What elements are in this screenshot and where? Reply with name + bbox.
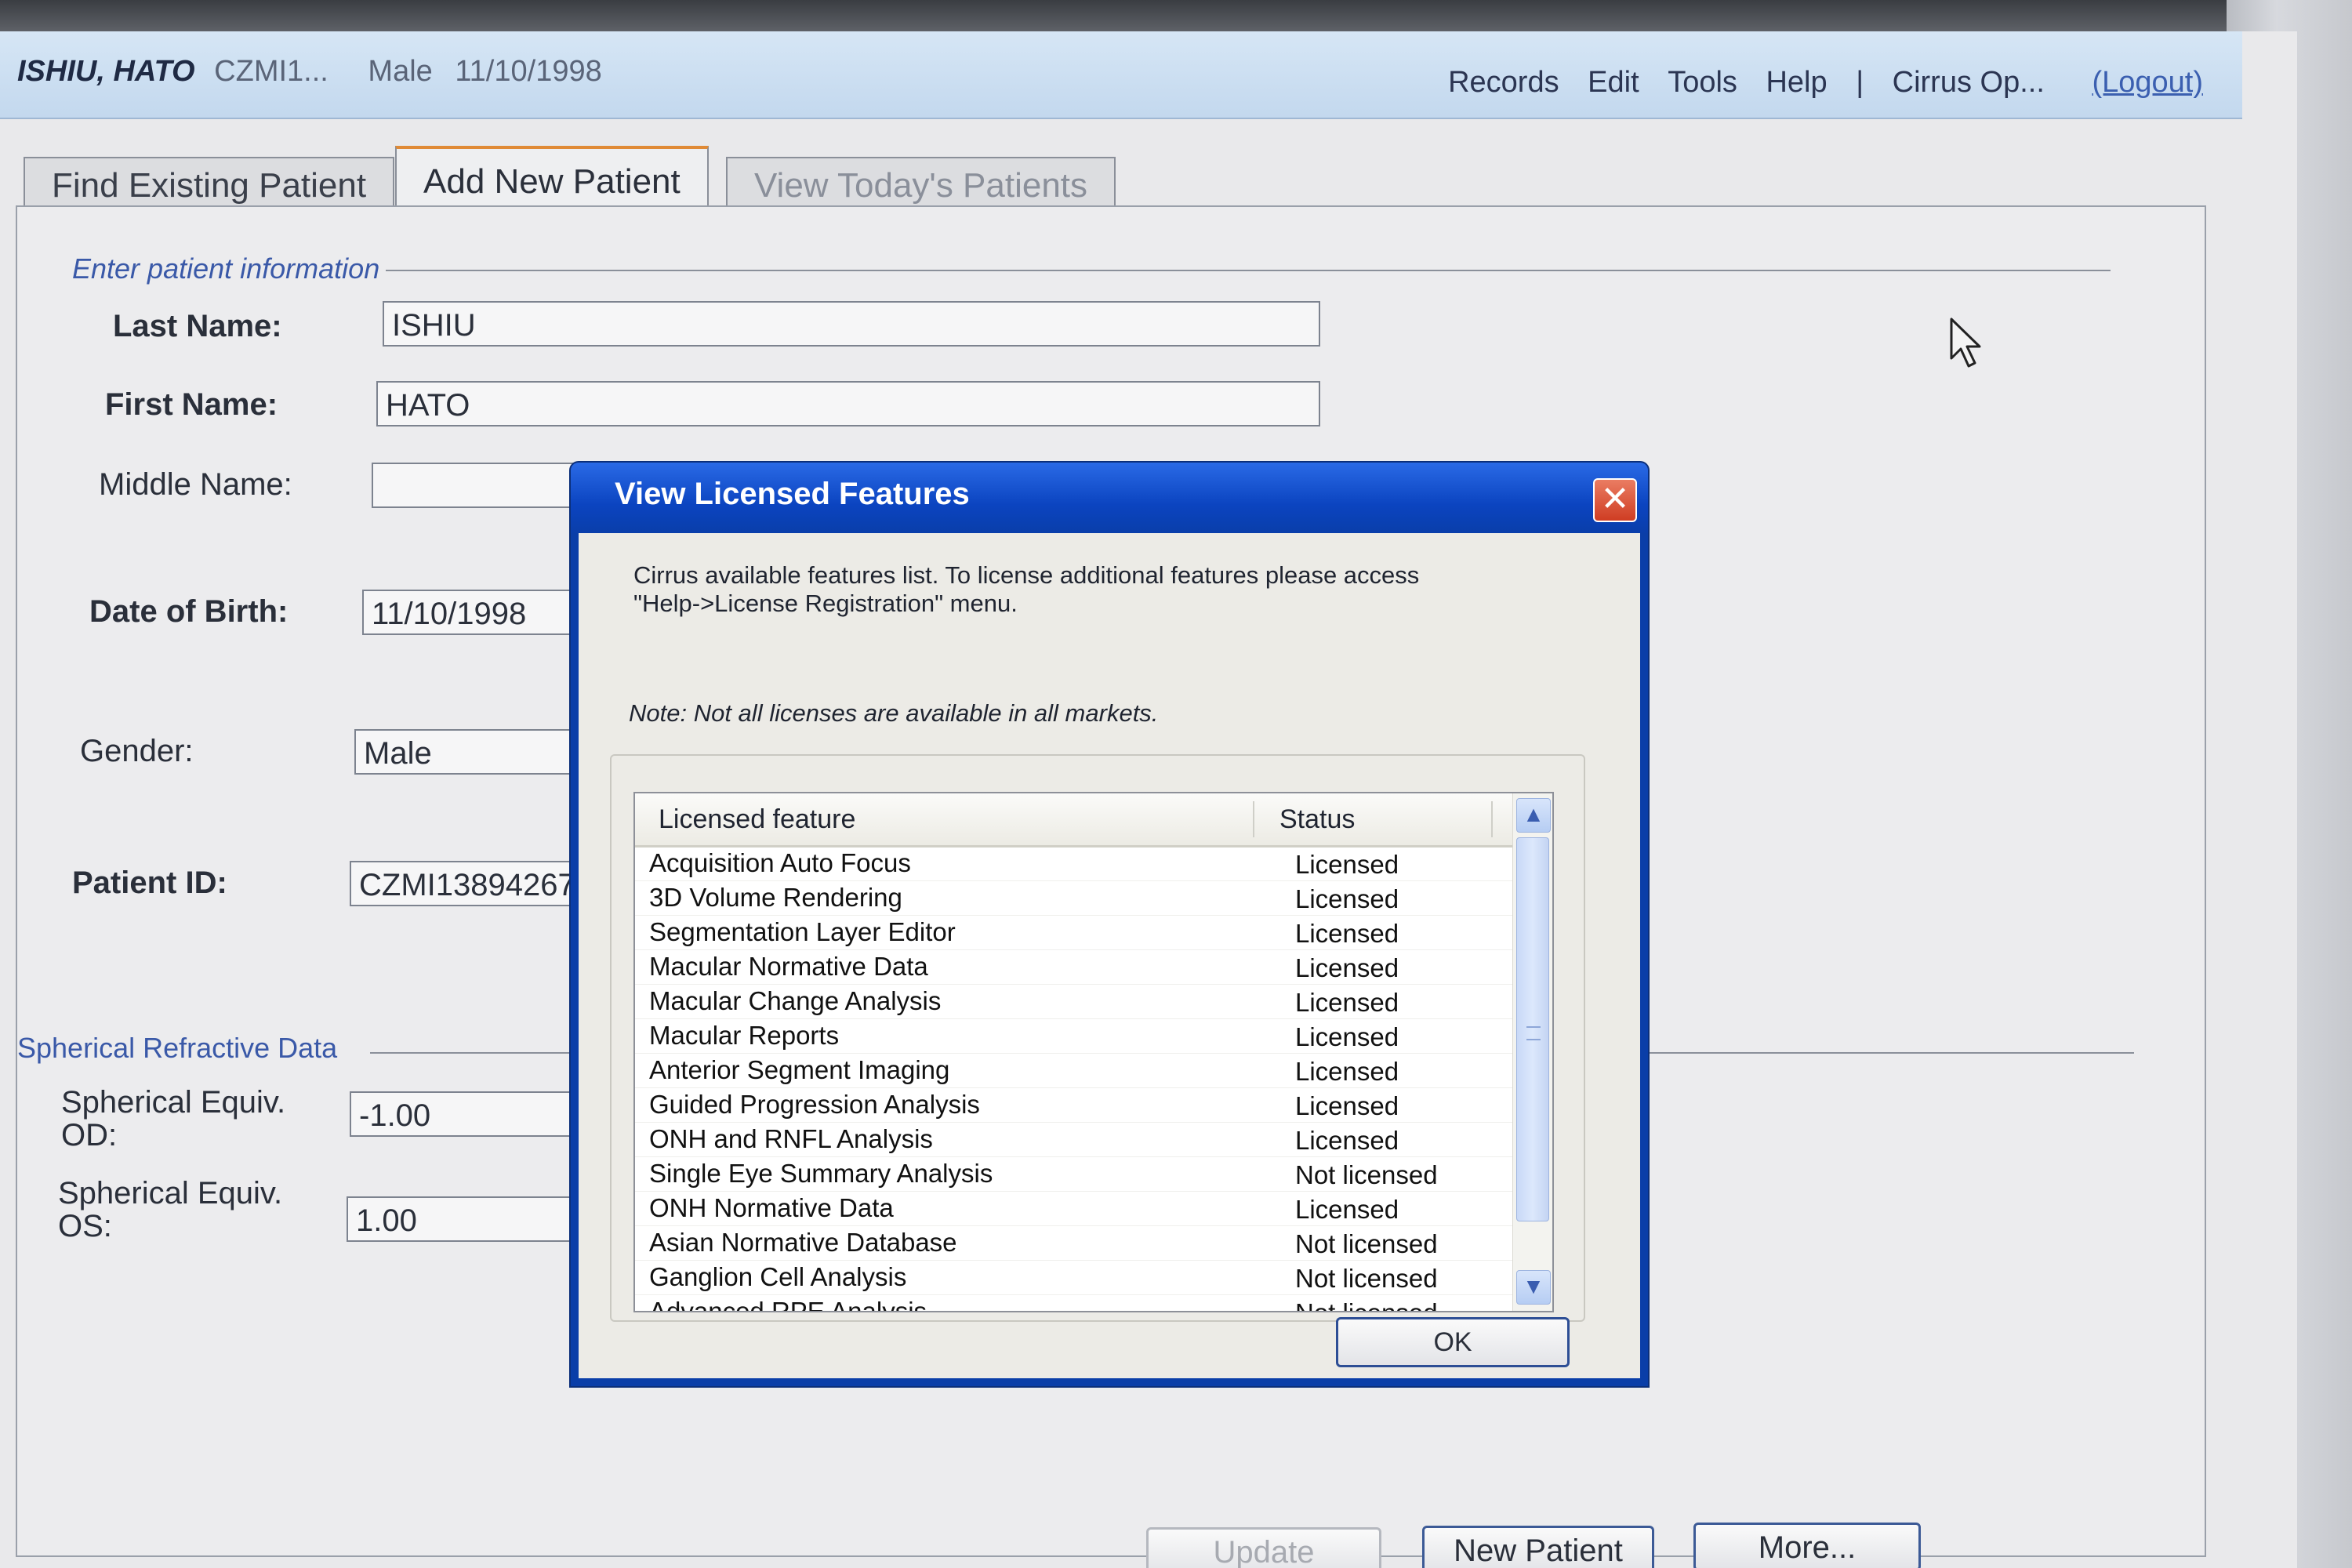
logout-link[interactable]: (Logout)	[2092, 66, 2203, 99]
list-item[interactable]: Macular Change Analysis Licensed	[635, 985, 1513, 1019]
feature-name: Anterior Segment Imaging	[649, 1055, 950, 1084]
new-patient-button[interactable]: New Patient	[1422, 1526, 1654, 1568]
list-item[interactable]: 3D Volume Rendering Licensed	[635, 881, 1513, 916]
first-name-field[interactable]: HATO	[376, 381, 1320, 426]
first-name-label: First Name:	[105, 387, 278, 422]
feature-name: Acquisition Auto Focus	[649, 848, 911, 877]
title-bar: ISHIU, HATO CZMI1... Male 11/10/1998 Rec…	[0, 31, 2242, 119]
menu-tools[interactable]: Tools	[1668, 66, 1737, 99]
scroll-down-icon[interactable]: ▼	[1516, 1270, 1551, 1305]
column-separator	[1491, 801, 1493, 837]
dialog-body: Cirrus available features list. To licen…	[579, 533, 1640, 1378]
grip-icon	[1526, 1026, 1541, 1040]
scroll-up-icon[interactable]: ▲	[1516, 798, 1551, 833]
feature-name: Ganglion Cell Analysis	[649, 1262, 907, 1291]
list-item[interactable]: Guided Progression Analysis Licensed	[635, 1088, 1513, 1123]
dialog-info-line-1: Cirrus available features list. To licen…	[633, 561, 1420, 589]
section-patient-information: Enter patient information	[72, 252, 380, 285]
monitor-bezel-top	[0, 0, 2352, 31]
feature-status: Licensed	[1295, 1126, 1399, 1155]
menu-separator: |	[1856, 66, 1864, 99]
list-item[interactable]: Ganglion Cell Analysis Not licensed	[635, 1261, 1513, 1295]
feature-name: Advanced RPE Analysis	[649, 1297, 927, 1312]
list-item[interactable]: Single Eye Summary Analysis Not licensed	[635, 1157, 1513, 1192]
feature-name: Macular Normative Data	[649, 952, 928, 981]
menu-bar: Records Edit Tools Help | Cirrus Op... (…	[1428, 66, 2203, 100]
feature-status: Not licensed	[1295, 1298, 1438, 1311]
feature-status: Not licensed	[1295, 1264, 1438, 1293]
feature-status: Not licensed	[1295, 1160, 1438, 1189]
update-button[interactable]: Update	[1146, 1527, 1381, 1568]
feature-status: Not licensed	[1295, 1229, 1438, 1258]
feature-name: Guided Progression Analysis	[649, 1090, 980, 1119]
list-item[interactable]: Anterior Segment Imaging Licensed	[635, 1054, 1513, 1088]
column-header-status[interactable]: Status	[1279, 804, 1355, 835]
feature-status: Licensed	[1295, 988, 1399, 1017]
se-od-label-line2: OD:	[61, 1118, 118, 1152]
last-name-label: Last Name:	[113, 309, 282, 343]
patient-id-short: CZMI1...	[214, 55, 328, 88]
patient-id-label: Patient ID:	[72, 866, 227, 900]
menu-cirrus-options[interactable]: Cirrus Op...	[1893, 66, 2045, 99]
feature-name: Segmentation Layer Editor	[649, 917, 956, 946]
last-name-field[interactable]: ISHIU	[383, 301, 1320, 347]
menu-edit[interactable]: Edit	[1588, 66, 1639, 99]
feature-status: Licensed	[1295, 850, 1399, 879]
se-os-label-line1: Spherical Equiv.	[58, 1176, 283, 1210]
patient-name: ISHIU, HATO	[17, 55, 195, 88]
feature-status: Licensed	[1295, 1057, 1399, 1086]
feature-name: Macular Reports	[649, 1021, 840, 1050]
dialog-title: View Licensed Features	[615, 477, 970, 511]
list-item[interactable]: ONH and RNFL Analysis Licensed	[635, 1123, 1513, 1157]
ok-button[interactable]: OK	[1336, 1317, 1570, 1367]
list-item[interactable]: Segmentation Layer Editor Licensed	[635, 916, 1513, 950]
section-divider	[386, 270, 2111, 271]
feature-status: Licensed	[1295, 1091, 1399, 1120]
list-item[interactable]: ONH Normative Data Licensed	[635, 1192, 1513, 1226]
list-item[interactable]: Macular Normative Data Licensed	[635, 950, 1513, 985]
feature-status: Licensed	[1295, 1022, 1399, 1051]
gender-label: Gender:	[80, 734, 194, 768]
list-header: Licensed feature Status	[635, 793, 1513, 848]
list-item[interactable]: Acquisition Auto Focus Licensed	[635, 847, 1513, 881]
scroll-thumb[interactable]	[1516, 837, 1549, 1221]
patient-gender: Male	[368, 55, 433, 88]
app-window: ISHIU, HATO CZMI1... Male 11/10/1998 Rec…	[0, 31, 2297, 1568]
close-icon[interactable]: ✕	[1593, 478, 1637, 522]
section-spherical-refractive-data: Spherical Refractive Data	[17, 1032, 338, 1064]
feature-name: Macular Change Analysis	[649, 986, 942, 1015]
feature-name: 3D Volume Rendering	[649, 883, 902, 912]
dialog-note: Note: Not all licenses are available in …	[629, 699, 1159, 727]
se-od-label-line1: Spherical Equiv.	[61, 1085, 286, 1120]
middle-name-label: Middle Name:	[99, 467, 292, 502]
licensed-features-list[interactable]: Licensed feature Status Acquisition Auto…	[633, 792, 1554, 1312]
feature-name: ONH and RNFL Analysis	[649, 1124, 933, 1153]
feature-status: Licensed	[1295, 919, 1399, 948]
patient-summary: ISHIU, HATO CZMI1... Male 11/10/1998	[17, 55, 602, 89]
dob-label: Date of Birth:	[89, 594, 289, 629]
column-separator	[1253, 801, 1254, 837]
column-header-licensed-feature[interactable]: Licensed feature	[659, 804, 855, 835]
feature-name: Asian Normative Database	[649, 1228, 957, 1257]
more-button[interactable]: More...	[1693, 1523, 1921, 1568]
view-licensed-features-dialog: View Licensed Features ✕ Cirrus availabl…	[571, 463, 1648, 1386]
list-item[interactable]: Macular Reports Licensed	[635, 1019, 1513, 1054]
mouse-cursor-icon	[1950, 318, 1981, 368]
list-rows: Acquisition Auto Focus Licensed 3D Volume …	[635, 847, 1513, 1312]
dialog-title-bar[interactable]: View Licensed Features ✕	[571, 463, 1648, 533]
se-os-label-line2: OS:	[58, 1209, 112, 1243]
menu-records[interactable]: Records	[1448, 66, 1559, 99]
list-item[interactable]: Asian Normative Database Not licensed	[635, 1226, 1513, 1261]
feature-status: Licensed	[1295, 953, 1399, 982]
menu-help[interactable]: Help	[1766, 66, 1827, 99]
list-scrollbar[interactable]: ▲ ▼	[1512, 793, 1552, 1311]
patient-dob: 11/10/1998	[455, 55, 602, 88]
list-item[interactable]: Advanced RPE Analysis Not licensed	[635, 1295, 1513, 1312]
feature-name: Single Eye Summary Analysis	[649, 1159, 993, 1188]
feature-status: Licensed	[1295, 1195, 1399, 1224]
feature-name: ONH Normative Data	[649, 1193, 894, 1222]
dialog-info-line-2: "Help->License Registration" menu.	[633, 590, 1018, 617]
feature-status: Licensed	[1295, 884, 1399, 913]
